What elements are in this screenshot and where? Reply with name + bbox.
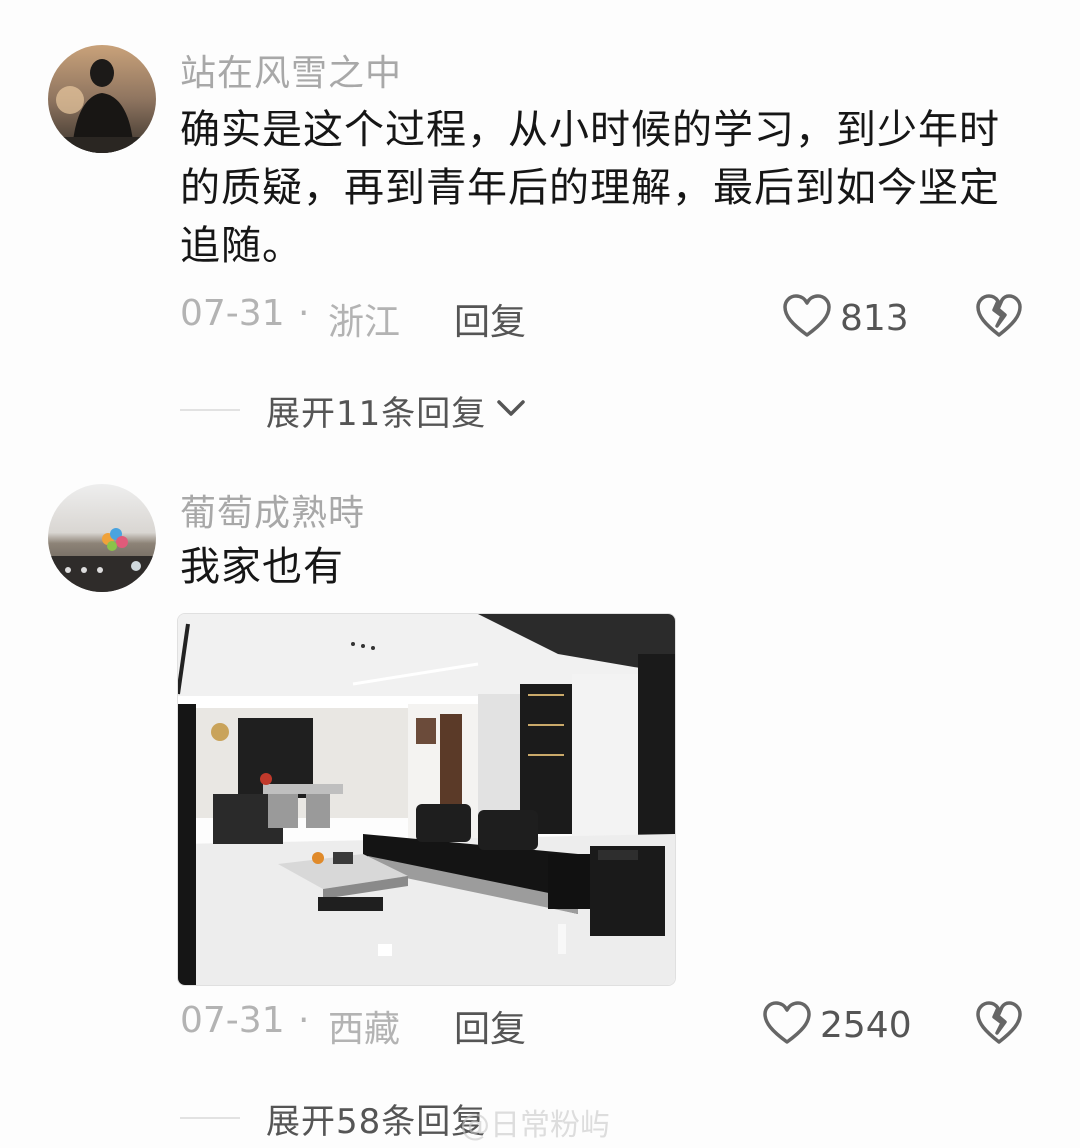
avatar[interactable] [48,484,156,592]
expand-replies-label: 展开58条回复 [266,1101,487,1142]
like-button[interactable]: 2540 [762,1000,912,1050]
comment-image[interactable] [177,613,676,986]
comment-location: 西藏 [328,1009,401,1050]
divider [180,1117,240,1119]
reply-button[interactable]: 回复 [454,1000,526,1052]
expand-replies-button[interactable]: 展开58条回复 [180,1093,486,1143]
comment-text: 我家也有 [180,544,344,590]
watermark: @日常粉屿 [460,1108,610,1143]
heart-outline-icon [762,1000,812,1050]
comment-meta: 07-31 · 西藏 回复 2540 [180,1000,1040,1050]
username[interactable]: 葡萄成熟時 [180,484,365,536]
comment-date: 07-31 [180,1000,285,1041]
meta-separator: · [298,1000,310,1041]
broken-heart-icon[interactable] [975,1000,1023,1050]
like-count: 2540 [820,1004,912,1046]
comment-item: 葡萄成熟時 我家也有 07-31 · 西藏 回复 2540 展开58条回复 [0,0,1080,1148]
